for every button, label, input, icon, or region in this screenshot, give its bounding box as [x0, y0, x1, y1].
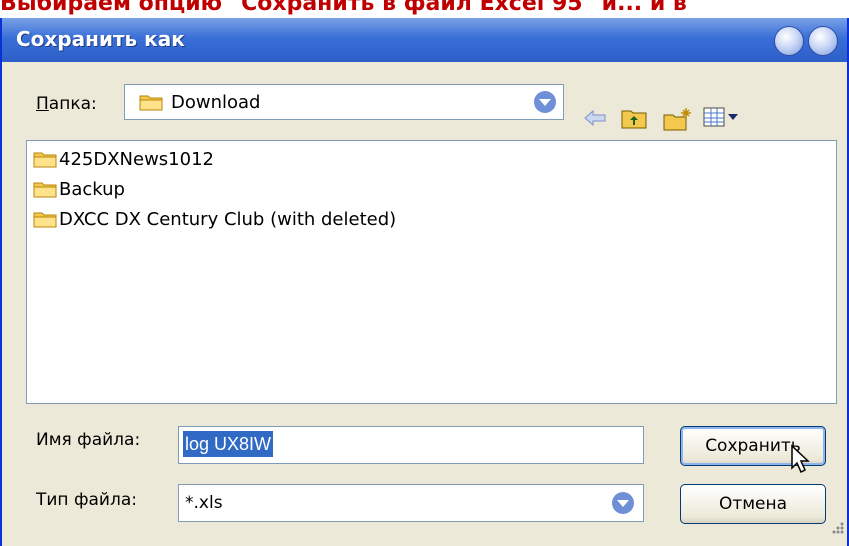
help-icon[interactable]	[774, 26, 804, 56]
filetype-label: Тип файла:	[36, 490, 137, 510]
folder-icon	[33, 152, 57, 168]
file-name: 425DXNews1012	[59, 148, 214, 170]
folder-label-text: апка:	[48, 94, 97, 114]
new-folder-icon[interactable]	[662, 106, 694, 132]
dialog-title: Сохранить как	[16, 27, 185, 51]
view-menu-icon[interactable]	[702, 106, 742, 130]
file-name: DXCC DX Century Club (with deleted)	[59, 208, 397, 230]
filename-value: log UX8IW	[183, 431, 274, 457]
list-item[interactable]: 425DXNews1012	[33, 145, 214, 173]
folder-combobox[interactable]: Download	[124, 84, 564, 120]
filename-field[interactable]: log UX8IW	[178, 426, 644, 464]
cancel-button[interactable]: Отмена	[680, 484, 826, 524]
back-arrow-icon[interactable]	[582, 106, 610, 130]
close-icon[interactable]	[808, 26, 838, 56]
dropdown-arrow-icon[interactable]	[533, 90, 557, 114]
list-item[interactable]: Backup	[33, 175, 125, 203]
folder-label: Папка:	[36, 94, 97, 114]
folder-icon	[33, 212, 57, 228]
filetype-combobox[interactable]: *.xls	[178, 484, 644, 522]
filetype-value: *.xls	[185, 493, 223, 513]
save-as-dialog: Сохранить как Папка: Download 425DXNews1…	[0, 18, 849, 546]
resize-grip-icon[interactable]	[828, 518, 846, 540]
up-folder-icon[interactable]	[620, 106, 648, 130]
folder-icon	[33, 182, 57, 198]
list-item[interactable]: DXCC DX Century Club (with deleted)	[33, 205, 396, 233]
page-caption: Выбираем опцию "Сохранить в файл Excel 9…	[0, 0, 687, 16]
title-bar: Сохранить как	[2, 18, 847, 62]
filename-label: Имя файла:	[36, 430, 141, 450]
mouse-cursor-icon	[791, 444, 810, 474]
folder-value: Download	[171, 92, 261, 113]
file-name: Backup	[59, 178, 125, 200]
file-list[interactable]: 425DXNews1012 Backup DXCC DX Century Clu…	[26, 140, 837, 404]
folder-icon	[139, 95, 163, 111]
dropdown-arrow-icon[interactable]	[611, 491, 635, 515]
